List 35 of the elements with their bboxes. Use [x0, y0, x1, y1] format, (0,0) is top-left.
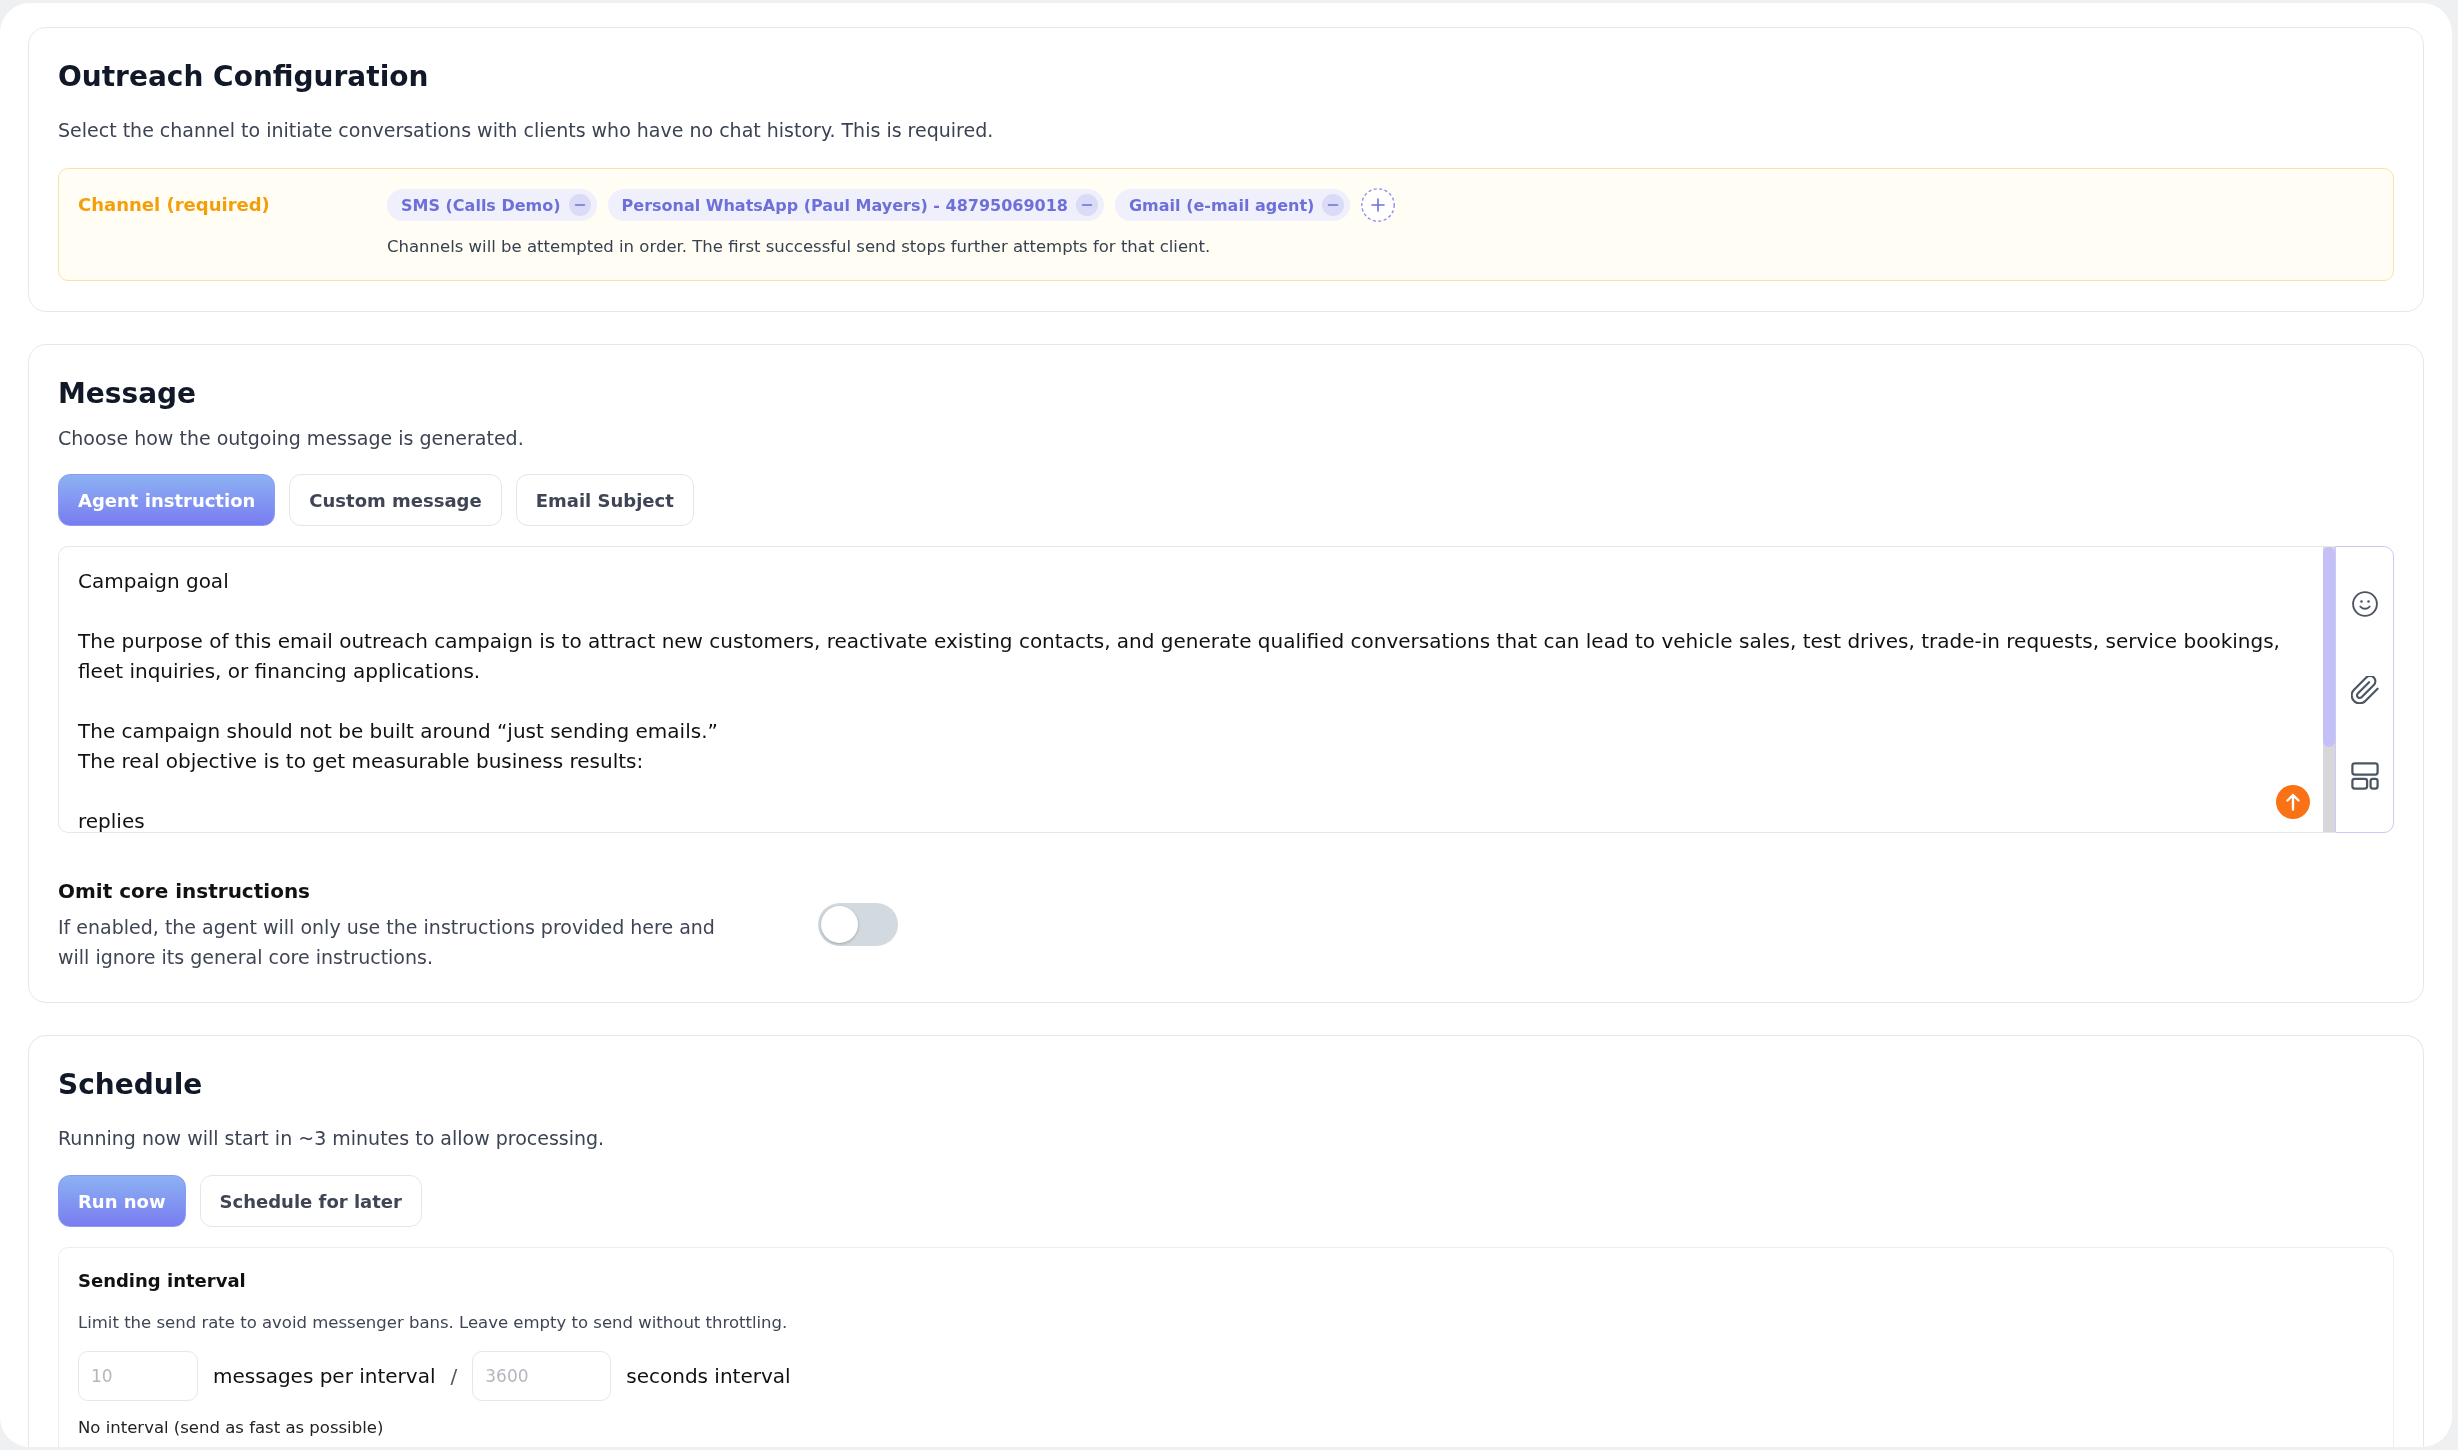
setting-title: Omit core instructions — [58, 878, 312, 905]
separator-text: / — [450, 1364, 458, 1388]
section-description: Choose how the outgoing message is generated. — [58, 426, 525, 451]
chip-label: SMS (Calls Demo) — [401, 195, 561, 215]
mode-tab[interactable]: Email Subject — [515, 474, 694, 526]
chip-label: Personal WhatsApp (Paul Mayers) - 48795069018 — [621, 195, 1068, 215]
chip-label: Gmail (e-mail agent) — [1129, 195, 1315, 215]
scrollbar-thumb[interactable] — [2323, 547, 2335, 747]
plus-icon[interactable] — [1361, 188, 1396, 222]
schedule-option[interactable]: Schedule for later — [199, 1175, 422, 1227]
minus-icon[interactable] — [1322, 194, 1345, 216]
smiley-icon[interactable] — [2350, 590, 2379, 618]
status-note: No interval (send as fast as possible) — [78, 1417, 384, 1439]
subsection-description: Limit the send rate to avoid messenger bans. Leave empty to send without throttling. — [78, 1312, 788, 1334]
minus-icon[interactable] — [1076, 194, 1098, 216]
unit-label: messages per interval — [213, 1364, 436, 1388]
section-description: Select the channel to initiate conversations with clients who have no chat history. This is required. — [58, 118, 995, 143]
helper-text: Channels will be attempted in order. The first successful send stops further attempts for that client. — [387, 236, 1212, 258]
field-label: Channel (required) — [78, 193, 271, 217]
subsection-title: Sending interval — [78, 1269, 246, 1293]
mode-tab[interactable]: Custom message — [289, 474, 502, 526]
section-title: Message — [58, 376, 198, 412]
unit-label: seconds interval — [626, 1364, 791, 1388]
layout-icon[interactable] — [2350, 762, 2379, 790]
section-title: Outreach Configuration — [58, 59, 430, 95]
setting-description: If enabled, the agent will only use the instructions provided here and will ignore its general core instructions. — [58, 915, 716, 970]
paperclip-icon[interactable] — [2350, 676, 2379, 704]
section-description: Running now will start in ~3 minutes to allow processing. — [58, 1126, 605, 1151]
instruction-field[interactable]: Campaign goal The purpose of this email outreach campaign is to attract new customers, reactivate existing contacts, and generate qualified conversations that can lead to vehicle sales, test drives, trade-in requests, service bookings, fleet inquiries, or financing applications. The campaign should not be built around “just sending emails.” The real objective is to get measurable business results: replies — [58, 546, 2335, 833]
toggle-switch[interactable] — [818, 903, 898, 946]
minus-icon[interactable] — [568, 194, 591, 216]
section-title: Schedule — [58, 1067, 203, 1103]
number-input[interactable]: 3600 — [472, 1351, 612, 1401]
number-input[interactable]: 10 — [78, 1351, 198, 1401]
arrow-up-icon[interactable] — [2276, 785, 2310, 819]
